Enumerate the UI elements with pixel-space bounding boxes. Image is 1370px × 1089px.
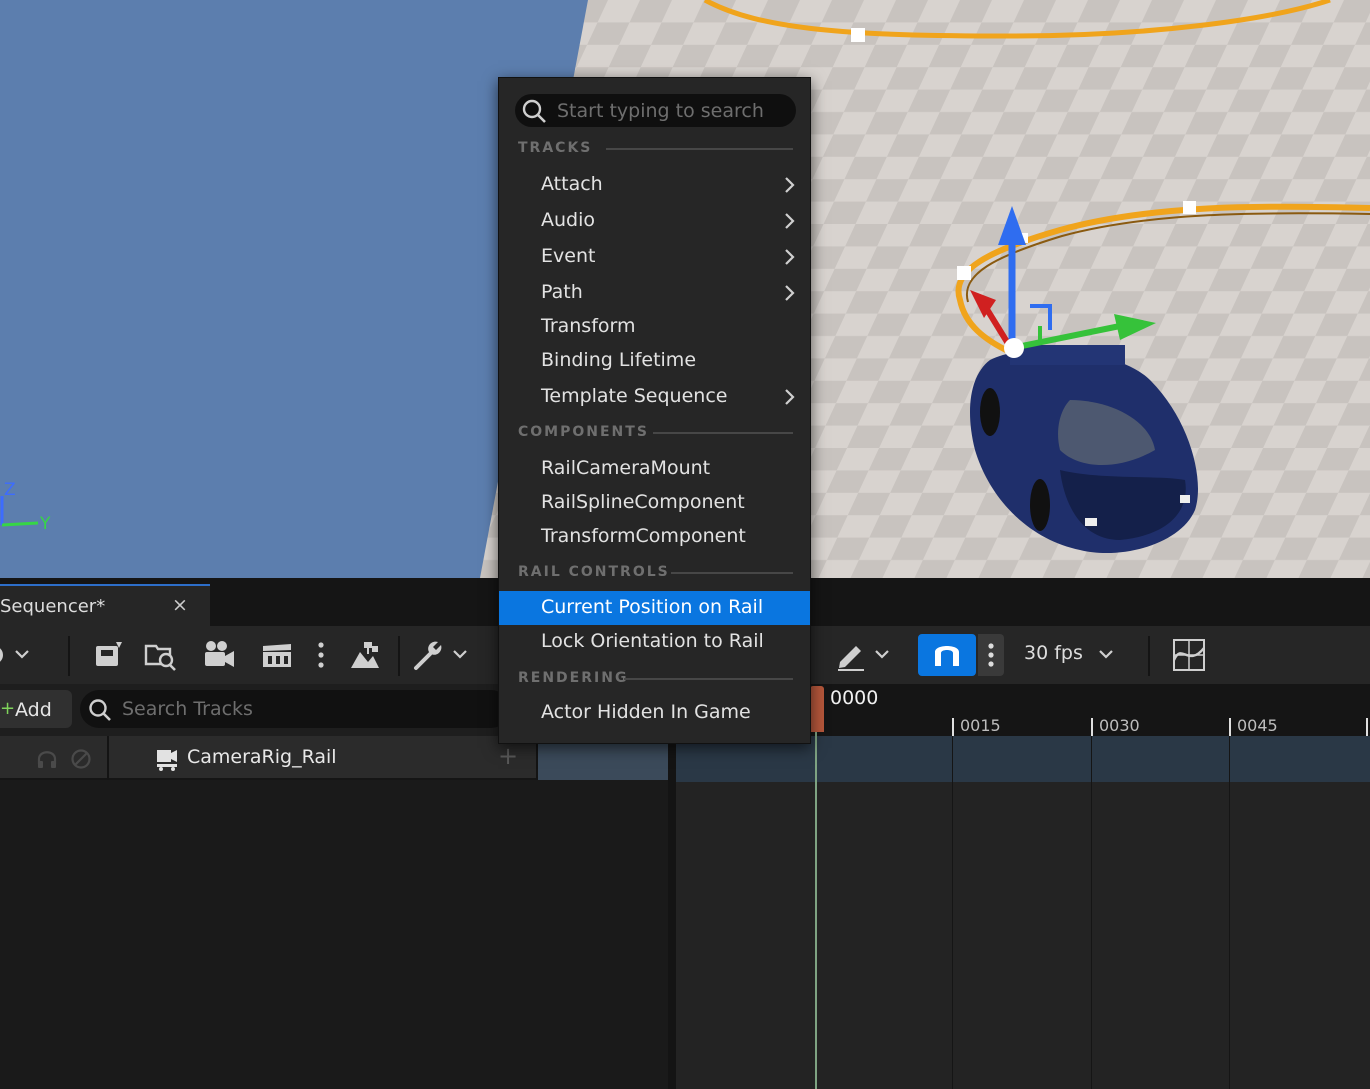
menu-item-template-sequence[interactable]: Template Sequence xyxy=(499,380,810,414)
chevron-right-icon xyxy=(785,389,795,405)
menu-item-label: Current Position on Rail xyxy=(541,596,764,618)
menu-item-railcameramount[interactable]: RailCameraMount xyxy=(499,452,810,486)
find-in-browser-icon[interactable] xyxy=(144,638,178,672)
menu-item-path[interactable]: Path xyxy=(499,276,810,310)
camera-rig-icon xyxy=(157,750,177,771)
menu-search-input[interactable] xyxy=(557,96,787,125)
curve-editor-icon[interactable] xyxy=(1172,638,1206,672)
ruler-tick-label: 0045 xyxy=(1237,716,1278,735)
tab-sequencer-label: Sequencer* xyxy=(0,596,106,617)
add-track-label: Add xyxy=(15,699,52,721)
timeline-grid-line xyxy=(1091,736,1092,1089)
add-track-button[interactable]: + Add xyxy=(0,690,72,728)
chevron-down-icon[interactable] xyxy=(874,646,890,662)
menu-item-actor-hidden-in-game[interactable]: Actor Hidden In Game xyxy=(499,696,810,730)
chevron-right-icon xyxy=(785,177,795,193)
menu-search-box[interactable] xyxy=(515,94,796,127)
snap-toggle-button[interactable] xyxy=(918,634,976,676)
menu-item-label: Transform xyxy=(541,315,636,337)
menu-item-label: Attach xyxy=(541,173,603,195)
menu-item-label: TransformComponent xyxy=(541,525,746,547)
menu-divider xyxy=(653,432,793,434)
ruler-tick-label: 0015 xyxy=(960,716,1001,735)
playhead-time-label: 0000 xyxy=(830,687,879,709)
track-name-label: CameraRig_Rail xyxy=(187,746,337,768)
axis-y-label: Y xyxy=(40,514,51,534)
menu-item-label: Template Sequence xyxy=(541,385,728,407)
disable-icon[interactable] xyxy=(70,748,92,770)
add-subtrack-button[interactable]: + xyxy=(498,742,518,770)
menu-item-label: RailSplineComponent xyxy=(541,491,745,513)
more-options-icon xyxy=(988,643,994,667)
timeline-grid-line xyxy=(1229,736,1230,1089)
track-outliner: CameraRig_Rail + xyxy=(0,736,672,1089)
menu-item-lock-orientation-to-rail[interactable]: Lock Orientation to Rail xyxy=(499,625,810,659)
menu-item-binding-lifetime[interactable]: Binding Lifetime xyxy=(499,344,810,378)
actor-icon[interactable] xyxy=(348,638,382,672)
frame-rate-selector[interactable]: 30 fps xyxy=(1024,642,1083,664)
chevron-down-icon[interactable] xyxy=(14,646,30,662)
menu-heading-rail-controls: RAIL CONTROLS xyxy=(518,564,670,580)
panel-splitter[interactable] xyxy=(668,684,676,1089)
chevron-down-icon[interactable] xyxy=(452,646,468,662)
search-tracks-box[interactable] xyxy=(80,690,510,728)
ruler-tick xyxy=(952,718,954,736)
ruler-tick xyxy=(1229,718,1231,736)
playback-options-icon[interactable] xyxy=(0,638,14,672)
menu-item-audio[interactable]: Audio xyxy=(499,204,810,238)
clapperboard-icon[interactable] xyxy=(260,638,294,672)
chevron-right-icon xyxy=(785,249,795,265)
wrench-icon[interactable] xyxy=(412,638,446,672)
ruler-tick xyxy=(1091,718,1093,736)
column-separator xyxy=(107,736,109,780)
ruler-tick xyxy=(1366,718,1368,736)
menu-divider xyxy=(606,148,793,150)
pencil-icon[interactable] xyxy=(834,638,868,672)
menu-heading-rendering: RENDERING xyxy=(518,670,629,686)
camera-icon[interactable] xyxy=(202,638,236,672)
search-tracks-input[interactable] xyxy=(122,694,502,724)
search-icon xyxy=(89,699,111,721)
menu-item-label: Event xyxy=(541,245,596,267)
menu-heading-tracks: TRACKS xyxy=(518,140,593,156)
menu-divider xyxy=(624,678,793,680)
menu-item-label: Audio xyxy=(541,209,596,231)
search-icon xyxy=(522,99,546,123)
toolbar-separator xyxy=(398,636,400,676)
playhead-line xyxy=(815,732,817,1089)
menu-item-attach[interactable]: Attach xyxy=(499,168,810,202)
menu-item-transformcomponent[interactable]: TransformComponent xyxy=(499,520,810,554)
toolbar-separator xyxy=(1148,636,1150,676)
menu-item-label: Lock Orientation to Rail xyxy=(541,630,764,652)
menu-item-label: Path xyxy=(541,281,583,303)
menu-item-event[interactable]: Event xyxy=(499,240,810,274)
plus-icon: + xyxy=(0,698,16,719)
chevron-right-icon xyxy=(785,285,795,301)
chevron-down-icon[interactable] xyxy=(1098,646,1114,662)
axis-z-label: Z xyxy=(4,480,16,500)
snap-options-button[interactable] xyxy=(978,634,1004,676)
menu-item-railsplinecomponent[interactable]: RailSplineComponent xyxy=(499,486,810,520)
tab-sequencer[interactable]: Sequencer* × xyxy=(0,584,210,626)
menu-divider xyxy=(671,572,793,574)
save-icon[interactable] xyxy=(92,638,126,672)
chevron-right-icon xyxy=(785,213,795,229)
timeline-grid-line xyxy=(952,736,953,1089)
menu-item-label: Actor Hidden In Game xyxy=(541,701,751,723)
playhead-handle[interactable] xyxy=(810,686,824,732)
menu-item-label: Binding Lifetime xyxy=(541,349,697,371)
ruler-tick-label: 0030 xyxy=(1099,716,1140,735)
toolbar-separator xyxy=(68,636,70,676)
menu-item-label: RailCameraMount xyxy=(541,457,711,479)
headphones-icon[interactable] xyxy=(36,748,58,770)
add-track-context-menu: TRACKS Attach Audio Event Path Transform… xyxy=(498,77,811,744)
timeline-area[interactable]: 0015 0030 0045 0000 xyxy=(676,684,1370,1089)
menu-item-current-position-on-rail[interactable]: Current Position on Rail xyxy=(499,591,810,625)
menu-item-transform[interactable]: Transform xyxy=(499,310,810,344)
magnet-icon xyxy=(935,646,959,666)
more-options-icon[interactable] xyxy=(304,638,338,672)
close-icon[interactable]: × xyxy=(172,594,188,616)
menu-heading-components: COMPONENTS xyxy=(518,424,649,440)
